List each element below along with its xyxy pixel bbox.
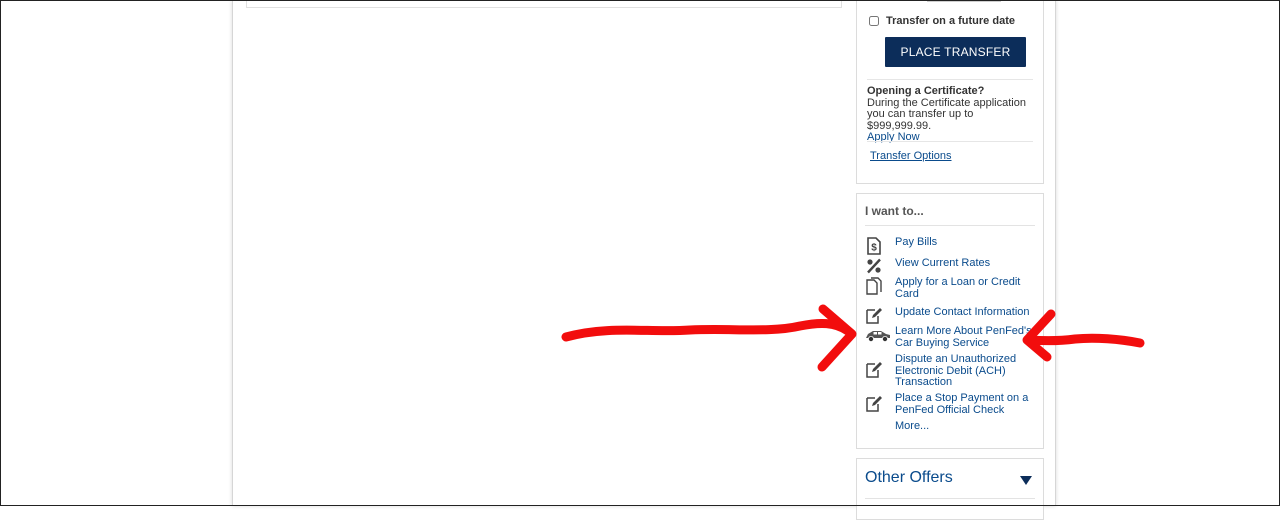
other-offers-title[interactable]: Other Offers (865, 469, 953, 487)
other-offers-panel: Other Offers (856, 458, 1044, 520)
car-icon (865, 326, 891, 346)
future-date-option[interactable]: Transfer on a future date (869, 15, 1015, 27)
svg-text:$: $ (871, 243, 877, 254)
future-date-checkbox[interactable] (869, 16, 879, 26)
i-want-to-title: I want to... (865, 204, 924, 218)
triangle-down-icon[interactable] (1020, 472, 1032, 490)
i-want-item-view-rates[interactable]: View Current Rates (865, 257, 1037, 278)
edit-icon (865, 395, 883, 415)
amount-field-stub[interactable] (927, 0, 1001, 2)
i-want-item-label: Place a Stop Payment on a PenFed Officia… (895, 392, 1029, 416)
i-want-item-stop-payment[interactable]: Place a Stop Payment on a PenFed Officia… (865, 392, 1037, 416)
i-want-item-apply-loan[interactable]: Apply for a Loan or Credit Card (865, 276, 1037, 300)
transfer-panel: Transfer on a future date PLACE TRANSFER… (856, 0, 1044, 184)
i-want-item-label: Learn More About PenFed's Car Buying Ser… (895, 325, 1032, 349)
divider (867, 79, 1033, 80)
i-want-item-label: Update Contact Information (895, 306, 1030, 318)
i-want-item-car-buying[interactable]: Learn More About PenFed's Car Buying Ser… (865, 325, 1037, 349)
i-want-item-label: Apply for a Loan or Credit Card (895, 276, 1021, 300)
i-want-item-label: View Current Rates (895, 257, 991, 269)
i-want-item-pay-bills[interactable]: $ Pay Bills (865, 236, 1037, 257)
dollar-document-icon: $ (865, 237, 883, 257)
edit-icon (865, 361, 883, 381)
i-want-to-panel: I want to... $ Pay Bills View Current Ra… (856, 193, 1044, 449)
divider (867, 141, 1033, 142)
more-link[interactable]: More... (895, 420, 929, 432)
i-want-item-update-contact[interactable]: Update Contact Information (865, 306, 1037, 327)
divider (865, 498, 1035, 499)
certificate-title: Opening a Certificate? (867, 85, 985, 97)
documents-icon (865, 277, 883, 297)
i-want-item-dispute-ach[interactable]: Dispute an Unauthorized Electronic Debit… (865, 353, 1037, 389)
percent-icon (865, 258, 883, 278)
certificate-text: During the Certificate application you c… (867, 96, 1026, 132)
transfer-options-link[interactable]: Transfer Options (870, 150, 952, 162)
i-want-item-label: Dispute an Unauthorized Electronic Debit… (895, 353, 1017, 388)
future-date-label: Transfer on a future date (886, 15, 1015, 27)
place-transfer-button[interactable]: PLACE TRANSFER (885, 37, 1026, 67)
edit-icon (865, 307, 883, 327)
main-content-panel (246, 0, 842, 8)
i-want-item-label: Pay Bills (895, 236, 938, 248)
divider (865, 225, 1035, 226)
certificate-info: Opening a Certificate? During the Certif… (867, 85, 1039, 144)
